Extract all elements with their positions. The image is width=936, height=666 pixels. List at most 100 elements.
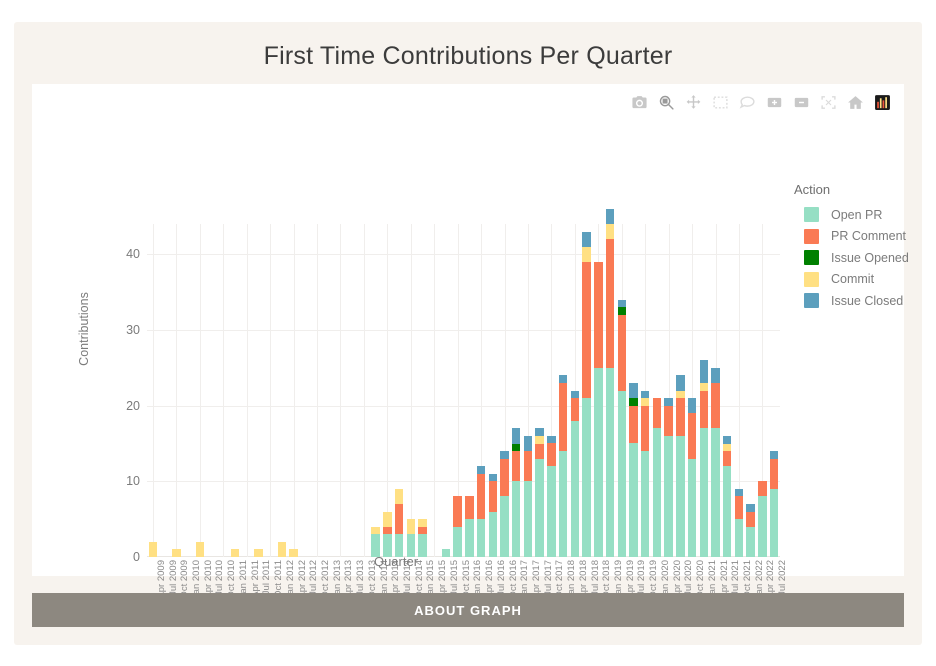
bar-segment[interactable]: [477, 474, 485, 519]
bar-segment[interactable]: [700, 360, 708, 383]
bar-column[interactable]: [500, 451, 508, 557]
bar-segment[interactable]: [653, 428, 661, 557]
bar-column[interactable]: [512, 428, 520, 557]
about-graph-button[interactable]: ABOUT GRAPH: [32, 593, 904, 627]
bar-segment[interactable]: [407, 519, 415, 534]
bar-segment[interactable]: [606, 239, 614, 368]
bar-segment[interactable]: [547, 443, 555, 466]
bar-column[interactable]: [407, 519, 415, 557]
bar-column[interactable]: [641, 391, 649, 557]
bar-segment[interactable]: [500, 496, 508, 557]
bar-column[interactable]: [688, 398, 696, 557]
bar-segment[interactable]: [559, 383, 567, 451]
bar-segment[interactable]: [641, 398, 649, 406]
bar-segment[interactable]: [559, 375, 567, 383]
bar-segment[interactable]: [653, 398, 661, 428]
bar-segment[interactable]: [711, 383, 719, 428]
bar-segment[interactable]: [547, 466, 555, 557]
bar-column[interactable]: [676, 375, 684, 557]
bar-segment[interactable]: [723, 451, 731, 466]
bar-segment[interactable]: [489, 481, 497, 511]
bar-segment[interactable]: [629, 398, 637, 406]
bar-segment[interactable]: [618, 315, 626, 391]
bar-segment[interactable]: [711, 368, 719, 383]
bar-segment[interactable]: [618, 307, 626, 315]
bar-column[interactable]: [383, 512, 391, 557]
bar-segment[interactable]: [535, 459, 543, 557]
bar-segment[interactable]: [641, 406, 649, 451]
bar-segment[interactable]: [641, 391, 649, 399]
bar-segment[interactable]: [571, 421, 579, 557]
bar-column[interactable]: [618, 300, 626, 557]
bar-segment[interactable]: [688, 459, 696, 557]
bar-segment[interactable]: [418, 519, 426, 527]
bar-column[interactable]: [559, 375, 567, 557]
bar-segment[interactable]: [489, 474, 497, 482]
bar-segment[interactable]: [535, 444, 543, 459]
bar-segment[interactable]: [688, 413, 696, 458]
bar-column[interactable]: [571, 391, 579, 557]
bar-column[interactable]: [770, 451, 778, 557]
legend-item[interactable]: Issue Opened: [794, 247, 909, 269]
bar-segment[interactable]: [512, 481, 520, 557]
bar-segment[interactable]: [512, 444, 520, 452]
bar-segment[interactable]: [618, 391, 626, 558]
bar-segment[interactable]: [524, 481, 532, 557]
bar-segment[interactable]: [512, 428, 520, 443]
bar-column[interactable]: [606, 209, 614, 557]
bar-segment[interactable]: [723, 444, 731, 452]
bar-segment[interactable]: [383, 512, 391, 527]
bar-segment[interactable]: [465, 519, 473, 557]
bar-column[interactable]: [453, 496, 461, 557]
bar-segment[interactable]: [582, 262, 590, 398]
bar-segment[interactable]: [383, 527, 391, 535]
bar-segment[interactable]: [606, 224, 614, 239]
bar-column[interactable]: [535, 428, 543, 557]
bar-column[interactable]: [395, 489, 403, 557]
bar-segment[interactable]: [418, 527, 426, 535]
bar-segment[interactable]: [512, 451, 520, 481]
bar-segment[interactable]: [465, 496, 473, 519]
bar-column[interactable]: [477, 466, 485, 557]
bar-segment[interactable]: [746, 527, 754, 557]
bar-segment[interactable]: [758, 496, 766, 557]
bar-segment[interactable]: [700, 391, 708, 429]
bar-segment[interactable]: [453, 527, 461, 557]
bar-segment[interactable]: [524, 436, 532, 451]
bar-segment[interactable]: [770, 459, 778, 489]
legend-item[interactable]: Open PR: [794, 204, 909, 226]
bar-segment[interactable]: [582, 398, 590, 557]
bar-column[interactable]: [582, 232, 590, 557]
bar-column[interactable]: [489, 474, 497, 557]
bar-column[interactable]: [653, 398, 661, 557]
bar-segment[interactable]: [711, 428, 719, 557]
bar-column[interactable]: [746, 504, 754, 557]
bar-segment[interactable]: [664, 406, 672, 436]
bar-segment[interactable]: [559, 451, 567, 557]
bar-segment[interactable]: [746, 504, 754, 512]
bar-segment[interactable]: [571, 391, 579, 399]
bar-segment[interactable]: [629, 406, 637, 444]
bar-segment[interactable]: [489, 512, 497, 557]
bar-segment[interactable]: [606, 209, 614, 224]
bar-segment[interactable]: [641, 451, 649, 557]
bar-segment[interactable]: [676, 375, 684, 390]
bar-column[interactable]: [524, 436, 532, 557]
bar-column[interactable]: [711, 368, 719, 557]
bar-column[interactable]: [547, 436, 555, 557]
bar-segment[interactable]: [700, 428, 708, 557]
bar-segment[interactable]: [676, 436, 684, 557]
bar-segment[interactable]: [395, 489, 403, 504]
bar-column[interactable]: [758, 481, 766, 557]
bar-segment[interactable]: [723, 466, 731, 557]
bar-segment[interactable]: [735, 519, 743, 557]
bar-segment[interactable]: [700, 383, 708, 391]
bar-segment[interactable]: [735, 496, 743, 519]
bar-segment[interactable]: [535, 436, 543, 444]
bar-column[interactable]: [700, 360, 708, 557]
bar-segment[interactable]: [746, 512, 754, 527]
legend-item[interactable]: Issue Closed: [794, 290, 909, 312]
bar-segment[interactable]: [618, 300, 626, 308]
bar-column[interactable]: [594, 262, 602, 557]
bar-segment[interactable]: [664, 398, 672, 406]
